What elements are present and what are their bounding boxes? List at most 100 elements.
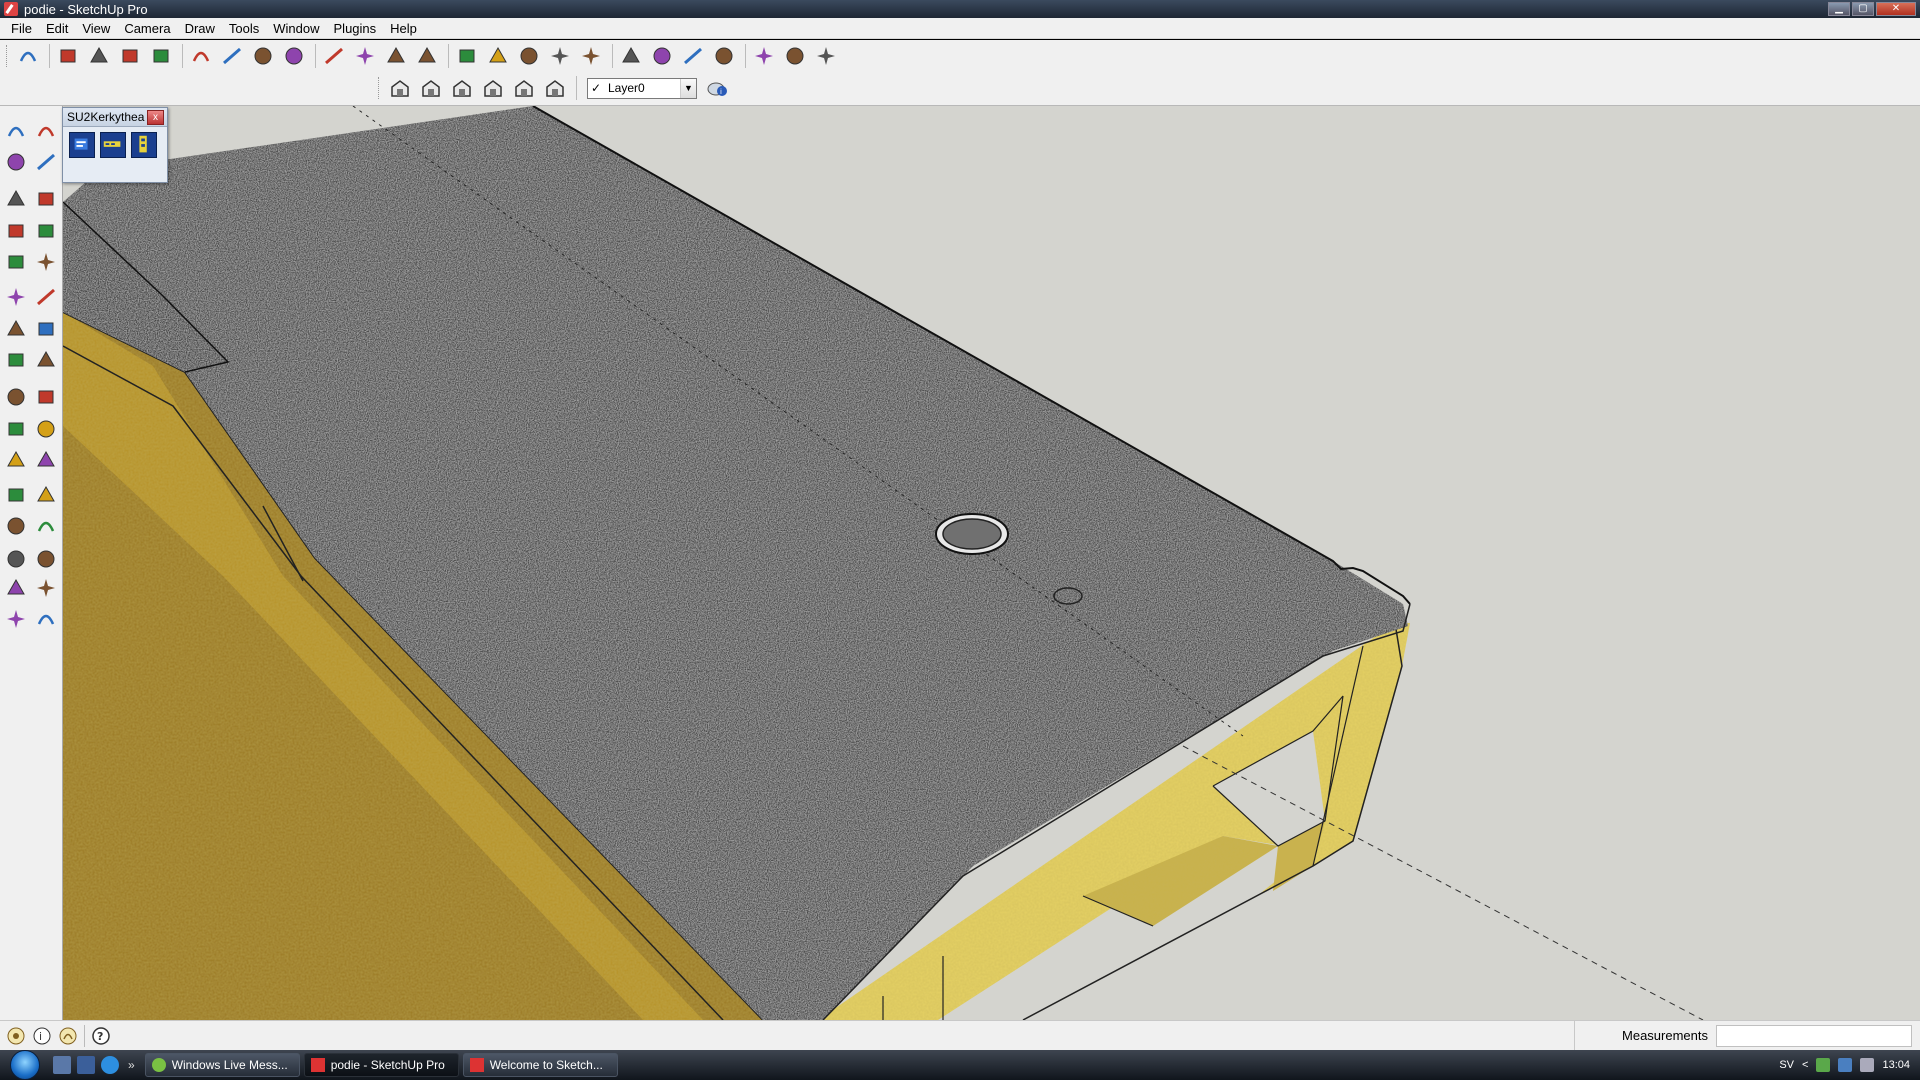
line-pencil-icon[interactable] xyxy=(54,43,82,69)
rectangle-icon[interactable] xyxy=(3,186,29,212)
orbit-icon[interactable] xyxy=(3,482,29,508)
toolbar-grip[interactable] xyxy=(6,45,10,67)
share-component-icon[interactable] xyxy=(812,43,840,69)
polygon-icon[interactable] xyxy=(3,249,29,275)
select-icon[interactable] xyxy=(3,118,29,144)
next-view-icon[interactable] xyxy=(617,43,645,69)
position-camera-icon[interactable] xyxy=(3,575,29,601)
su2kerkythea-palette[interactable]: SU2Kerkythea x xyxy=(62,107,168,183)
3d-viewport[interactable] xyxy=(63,106,1920,1020)
quicklaunch-chevron[interactable]: » xyxy=(128,1058,135,1072)
select-icon[interactable] xyxy=(14,43,42,69)
start-button[interactable] xyxy=(0,1050,50,1080)
make-component-icon[interactable] xyxy=(33,118,59,144)
rotate-icon[interactable] xyxy=(3,316,29,342)
tray-expand-button[interactable]: < xyxy=(1802,1059,1808,1071)
back-view-icon[interactable] xyxy=(510,75,538,101)
eraser-icon[interactable] xyxy=(218,43,246,69)
task-sketchup-podie[interactable]: podie - SketchUp Pro xyxy=(303,1053,459,1077)
arc-icon[interactable] xyxy=(33,218,59,244)
text-icon[interactable] xyxy=(33,416,59,442)
menu-help[interactable]: Help xyxy=(383,18,424,39)
layer-select[interactable]: ✓ Layer0 ▼ xyxy=(587,77,697,99)
internet-explorer-icon[interactable] xyxy=(101,1056,119,1074)
offset-icon[interactable] xyxy=(33,347,59,373)
user-icon[interactable] xyxy=(58,1026,78,1046)
menu-camera[interactable]: Camera xyxy=(117,18,177,39)
credits-icon[interactable]: i xyxy=(32,1026,52,1046)
close-icon[interactable]: x xyxy=(147,109,164,125)
clock[interactable]: 13:04 xyxy=(1882,1059,1910,1071)
push-pull-icon[interactable] xyxy=(33,284,59,310)
kerkythea-render-icon[interactable] xyxy=(100,132,126,158)
zoom-extents-icon[interactable] xyxy=(546,43,574,69)
3d-text-icon[interactable] xyxy=(33,447,59,473)
eraser-icon[interactable] xyxy=(33,149,59,175)
paint-bucket-icon[interactable] xyxy=(280,43,308,69)
switch-windows-icon[interactable] xyxy=(77,1056,95,1074)
add-location-icon[interactable] xyxy=(648,43,676,69)
orbit-icon[interactable] xyxy=(453,43,481,69)
menu-tools[interactable]: Tools xyxy=(222,18,266,39)
menu-draw[interactable]: Draw xyxy=(178,18,222,39)
offset-icon[interactable] xyxy=(413,43,441,69)
geolocation-icon[interactable] xyxy=(6,1026,26,1046)
scale-icon[interactable] xyxy=(3,347,29,373)
tape-measure-icon[interactable] xyxy=(249,43,277,69)
previous-view-icon[interactable] xyxy=(577,43,605,69)
task-windows-live-messenger[interactable]: Windows Live Mess... xyxy=(144,1053,300,1077)
minimize-button[interactable]: ▁ xyxy=(1828,2,1850,16)
share-model-icon[interactable] xyxy=(781,43,809,69)
front-view-icon[interactable] xyxy=(448,75,476,101)
protractor-icon[interactable] xyxy=(3,416,29,442)
right-view-icon[interactable] xyxy=(479,75,507,101)
iso-view-icon[interactable] xyxy=(386,75,414,101)
walk-icon[interactable] xyxy=(3,606,29,632)
menu-file[interactable]: File xyxy=(4,18,39,39)
push-pull-icon[interactable] xyxy=(320,43,348,69)
kerkythea-export-icon[interactable] xyxy=(69,132,95,158)
make-component-icon[interactable] xyxy=(187,43,215,69)
arc-icon[interactable] xyxy=(147,43,175,69)
maximize-button[interactable]: ▢ xyxy=(1852,2,1874,16)
menu-edit[interactable]: Edit xyxy=(39,18,75,39)
axes-icon[interactable] xyxy=(3,447,29,473)
follow-me-icon[interactable] xyxy=(33,316,59,342)
next-icon[interactable] xyxy=(33,546,59,572)
top-view-icon[interactable] xyxy=(417,75,445,101)
chevron-down-icon[interactable]: ▼ xyxy=(680,78,696,98)
look-around-icon[interactable] xyxy=(33,575,59,601)
tape-measure-icon[interactable] xyxy=(3,384,29,410)
menu-view[interactable]: View xyxy=(75,18,117,39)
previous-icon[interactable] xyxy=(3,546,29,572)
toggle-terrain-icon[interactable] xyxy=(679,43,707,69)
toolbar-grip[interactable] xyxy=(378,77,382,99)
rectangle-icon[interactable] xyxy=(85,43,113,69)
kerkythea-settings-icon[interactable] xyxy=(131,132,157,158)
task-welcome-sketchup[interactable]: Welcome to Sketch... xyxy=(462,1053,618,1077)
line-pencil-icon[interactable] xyxy=(33,186,59,212)
palette-titlebar[interactable]: SU2Kerkythea x xyxy=(63,108,167,127)
section-plane-icon[interactable] xyxy=(33,606,59,632)
zoom-icon[interactable] xyxy=(3,513,29,539)
left-view-icon[interactable] xyxy=(541,75,569,101)
sketchup-app-icon[interactable] xyxy=(4,2,18,16)
volume-icon[interactable] xyxy=(1860,1058,1875,1072)
messenger-tray-icon[interactable] xyxy=(1816,1058,1831,1072)
menu-plugins[interactable]: Plugins xyxy=(327,18,384,39)
language-indicator[interactable]: SV xyxy=(1779,1059,1794,1071)
scene-drawing[interactable] xyxy=(63,106,1920,1020)
rotate-icon[interactable] xyxy=(382,43,410,69)
pan-icon[interactable] xyxy=(484,43,512,69)
move-icon[interactable] xyxy=(351,43,379,69)
show-desktop-icon[interactable] xyxy=(53,1056,71,1074)
menu-window[interactable]: Window xyxy=(266,18,326,39)
zoom-window-icon[interactable] xyxy=(33,513,59,539)
zoom-icon[interactable] xyxy=(515,43,543,69)
pan-icon[interactable] xyxy=(33,482,59,508)
dimension-icon[interactable] xyxy=(33,384,59,410)
close-button[interactable]: ✕ xyxy=(1876,2,1916,16)
help-icon[interactable]: ? xyxy=(91,1026,111,1046)
network-icon[interactable] xyxy=(1838,1058,1853,1072)
layer-manager-icon[interactable]: i xyxy=(703,75,731,101)
